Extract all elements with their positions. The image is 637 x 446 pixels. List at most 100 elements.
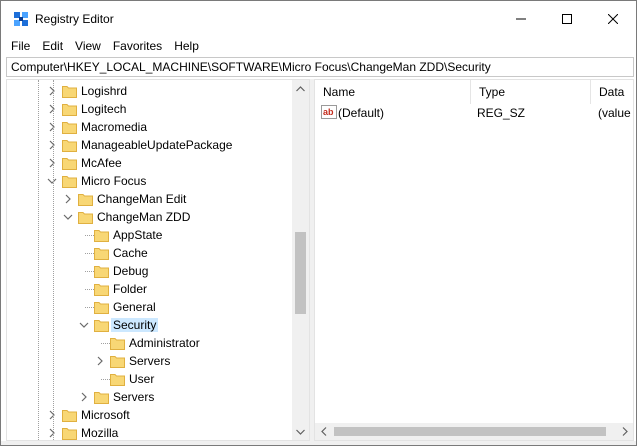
value-name: (Default): [338, 106, 385, 120]
values-list[interactable]: Name Type Data ab (Default) REG_SZ (valu…: [314, 79, 634, 441]
folder-icon: [62, 410, 77, 422]
tree-item[interactable]: Security: [7, 316, 307, 334]
scroll-right-button[interactable]: [616, 423, 633, 440]
tree-guide-line: [38, 80, 39, 440]
tree-connector: [85, 307, 94, 308]
chevron-right-icon[interactable]: [46, 427, 58, 439]
menu-file[interactable]: File: [1, 37, 36, 57]
chevron-down-icon[interactable]: [46, 175, 58, 187]
chevron-right-icon[interactable]: [62, 193, 74, 205]
column-header-type[interactable]: Type: [471, 80, 591, 104]
menu-view[interactable]: View: [69, 37, 107, 57]
value-row[interactable]: ab (Default) REG_SZ (value not set): [315, 104, 633, 122]
folder-icon: [78, 212, 93, 224]
scroll-left-button[interactable]: [315, 423, 332, 440]
tree-item[interactable]: Administrator: [7, 334, 307, 352]
values-scroll-thumb[interactable]: [334, 427, 606, 436]
tree-item-label: ChangeMan Edit: [97, 192, 187, 206]
tree-item[interactable]: Cache: [7, 244, 307, 262]
column-header-data[interactable]: Data: [591, 80, 633, 104]
tree-connector: [101, 343, 110, 344]
svg-text:ab: ab: [323, 107, 334, 117]
tree-item-label: McAfee: [81, 156, 122, 170]
title-bar[interactable]: Registry Editor: [1, 1, 636, 37]
folder-icon: [62, 158, 77, 170]
chevron-right-icon[interactable]: [46, 85, 58, 97]
minimize-icon: [516, 18, 526, 20]
tree-item-label: Micro Focus: [81, 174, 147, 188]
chevron-right-icon[interactable]: [46, 409, 58, 421]
tree-item[interactable]: McAfee: [7, 154, 307, 172]
tree-item-label: Mozilla: [81, 426, 119, 440]
scroll-up-button[interactable]: [292, 80, 309, 97]
tree-item-label: AppState: [113, 228, 163, 242]
tree-item[interactable]: Servers: [7, 388, 307, 406]
menu-edit[interactable]: Edit: [36, 37, 69, 57]
values-horizontal-scrollbar[interactable]: [315, 423, 633, 440]
menu-help[interactable]: Help: [168, 37, 205, 57]
tree-item[interactable]: Macromedia: [7, 118, 307, 136]
tree-item-label: Logishrd: [81, 84, 128, 98]
window-title: Registry Editor: [35, 12, 114, 26]
tree-item[interactable]: Folder: [7, 280, 307, 298]
folder-icon: [110, 356, 125, 368]
column-header-name[interactable]: Name: [315, 80, 471, 104]
menu-favorites[interactable]: Favorites: [107, 37, 168, 57]
tree-connector: [85, 253, 94, 254]
folder-icon: [94, 266, 109, 278]
tree-item[interactable]: Servers: [7, 352, 307, 370]
chevron-right-icon[interactable]: [46, 139, 58, 151]
tree-item-label: ChangeMan ZDD: [97, 210, 191, 224]
tree-item[interactable]: Debug: [7, 262, 307, 280]
chevron-down-icon[interactable]: [78, 319, 90, 331]
key-tree[interactable]: Logishrd Logitech Macromedia ManageableUpda…: [6, 79, 310, 441]
folder-icon: [94, 248, 109, 260]
folder-icon: [110, 374, 125, 386]
column-name-label: Name: [323, 85, 356, 99]
tree-connector: [101, 379, 110, 380]
tree-item[interactable]: Micro Focus: [7, 172, 307, 190]
tree-item[interactable]: Microsoft: [7, 406, 307, 424]
tree-item[interactable]: Logishrd: [7, 82, 307, 100]
address-path[interactable]: Computer\HKEY_LOCAL_MACHINE\SOFTWARE\Mic…: [11, 60, 491, 74]
folder-icon: [94, 302, 109, 314]
tree-vertical-scrollbar[interactable]: [292, 80, 309, 440]
chevron-right-icon: [622, 427, 628, 436]
registry-editor-window: Registry Editor File Edit View Favorites…: [0, 0, 637, 446]
minimize-button[interactable]: [498, 1, 544, 37]
folder-icon: [110, 338, 125, 350]
chevron-right-icon[interactable]: [94, 355, 106, 367]
value-data: (value not set): [598, 106, 633, 120]
tree-item[interactable]: Mozilla: [7, 424, 307, 440]
tree-connector: [85, 235, 94, 236]
tree-scroll-thumb[interactable]: [295, 232, 306, 314]
folder-icon: [62, 140, 77, 152]
chevron-right-icon[interactable]: [46, 103, 58, 115]
chevron-right-icon[interactable]: [46, 121, 58, 133]
tree-item-label: ManageableUpdatePackage: [81, 138, 233, 152]
tree-item-label: User: [129, 372, 155, 386]
tree-connector: [85, 271, 94, 272]
tree-item[interactable]: ManageableUpdatePackage: [7, 136, 307, 154]
chevron-down-icon[interactable]: [62, 211, 74, 223]
close-button[interactable]: [590, 1, 636, 37]
tree-item[interactable]: User: [7, 370, 307, 388]
maximize-icon: [562, 14, 572, 24]
chevron-right-icon[interactable]: [78, 391, 90, 403]
maximize-button[interactable]: [544, 1, 590, 37]
tree-item[interactable]: ChangeMan ZDD: [7, 208, 307, 226]
scroll-down-button[interactable]: [292, 423, 309, 440]
folder-icon: [62, 176, 77, 188]
column-data-label: Data: [599, 85, 625, 99]
status-bar: [1, 441, 636, 445]
registry-editor-icon: [14, 12, 28, 26]
close-icon: [608, 14, 618, 24]
address-bar[interactable]: Computer\HKEY_LOCAL_MACHINE\SOFTWARE\Mic…: [6, 57, 634, 77]
folder-icon: [94, 320, 109, 332]
tree-item[interactable]: Logitech: [7, 100, 307, 118]
tree-item[interactable]: General: [7, 298, 307, 316]
chevron-right-icon[interactable]: [46, 157, 58, 169]
folder-icon: [62, 428, 77, 440]
tree-item[interactable]: ChangeMan Edit: [7, 190, 307, 208]
tree-item[interactable]: AppState: [7, 226, 307, 244]
